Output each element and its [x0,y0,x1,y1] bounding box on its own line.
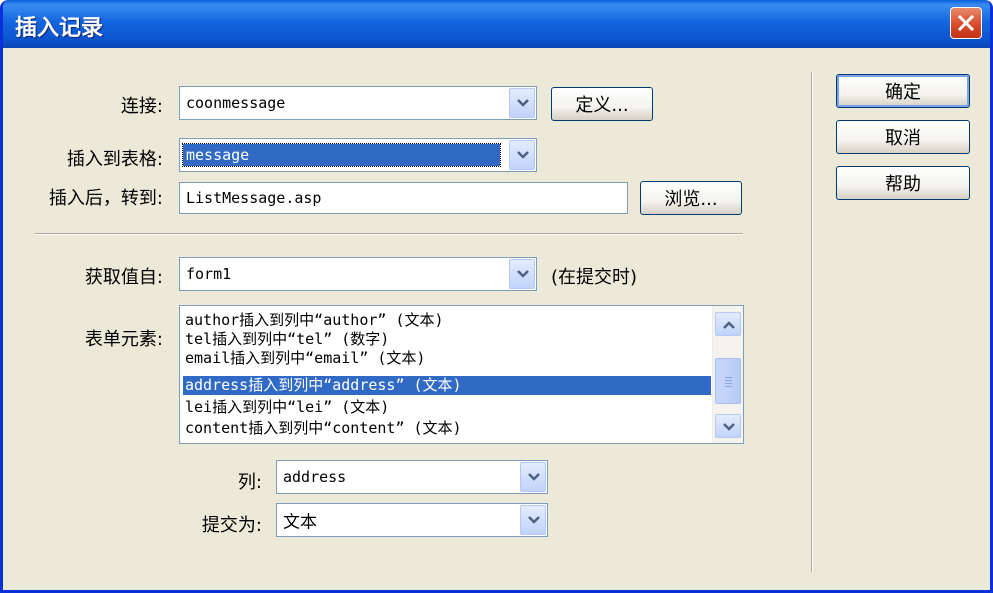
dialog-title: 插入记录 [15,16,104,41]
connection-select[interactable]: coonmessage [179,86,537,120]
submit-as-select[interactable]: 文本 [276,503,548,537]
horizontal-divider [35,233,743,235]
title-bar[interactable]: 插入记录 [3,0,990,48]
chevron-down-icon [517,99,529,107]
chevron-down-icon [517,270,529,278]
define-button-label: 定义... [575,95,629,116]
insert-table-value: message [182,143,501,167]
scroll-down-button[interactable] [715,414,741,438]
cancel-button[interactable]: 取消 [836,120,970,154]
chevron-down-icon [723,423,735,431]
form-elements-label: 表单元素: [84,329,163,350]
thumb-grip [725,380,732,381]
chevron-down-icon [528,473,540,481]
get-values-select[interactable]: form1 [179,257,537,291]
column-label: 列: [237,472,262,493]
ok-button[interactable]: 确定 [836,74,970,108]
browse-button-label: 浏览... [664,189,718,210]
submit-as-dropdown-button[interactable] [520,505,546,535]
ok-button-label: 确定 [885,82,921,103]
close-button[interactable] [950,7,982,39]
scroll-thumb[interactable] [715,358,741,404]
get-values-label: 获取值自: [84,267,163,288]
insert-table-select[interactable]: message [179,138,537,172]
submit-as-label: 提交为: [201,515,262,536]
column-select[interactable]: address [276,460,548,494]
after-insert-value: ListMessage.asp [186,189,322,207]
thumb-grip [725,386,732,387]
chevron-down-icon [517,151,529,159]
chevron-up-icon [723,321,735,329]
scroll-up-button[interactable] [715,312,741,336]
connection-label: 连接: [120,96,163,117]
get-values-dropdown-button[interactable] [509,259,535,289]
column-value: address [283,468,347,486]
list-item[interactable]: content插入到列中“content” (文本) [185,419,711,438]
list-item[interactable]: lei插入到列中“lei” (文本) [185,398,711,417]
connection-dropdown-button[interactable] [509,88,535,118]
help-button-label: 帮助 [885,174,921,195]
cancel-button-label: 取消 [885,128,921,149]
insert-table-label: 插入到表格: [66,149,163,170]
vertical-divider [811,72,813,572]
insert-record-dialog: 插入记录 连接: coonmessage 定义... 插入到表格: messag… [0,0,993,593]
insert-table-dropdown-button[interactable] [509,140,535,170]
help-button[interactable]: 帮助 [836,166,970,200]
thumb-grip [725,383,732,384]
chevron-down-icon [528,516,540,524]
thumb-grip [725,377,732,378]
list-item[interactable]: email插入到列中“email” (文本) [185,349,711,368]
after-insert-input[interactable]: ListMessage.asp [179,182,628,214]
get-values-value: form1 [186,265,232,283]
define-button[interactable]: 定义... [551,87,653,121]
on-submit-note: (在提交时) [551,267,638,288]
list-scrollbar[interactable] [712,306,743,443]
connection-value: coonmessage [186,94,286,112]
column-dropdown-button[interactable] [520,462,546,492]
list-item[interactable]: author插入到列中“author” (文本) [185,311,711,330]
list-item[interactable]: tel插入到列中“tel” (数字) [185,330,711,349]
form-elements-list[interactable]: author插入到列中“author” (文本) tel插入到列中“tel” (… [179,305,744,444]
close-icon [958,15,974,31]
list-item-selected[interactable]: address插入到列中“address” (文本) [183,376,711,395]
browse-button[interactable]: 浏览... [640,181,742,215]
submit-as-value: 文本 [283,512,317,533]
after-insert-label: 插入后，转到: [48,188,163,209]
